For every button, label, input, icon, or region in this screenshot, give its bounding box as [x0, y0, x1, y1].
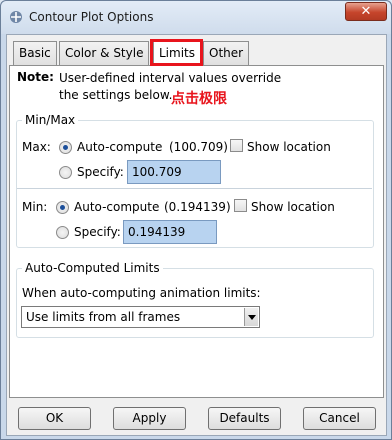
tab-label: Other	[209, 46, 244, 60]
tab-color-style[interactable]: Color & Style	[59, 41, 150, 65]
max-specify-field[interactable]: 100.709	[127, 160, 221, 184]
animation-limits-selected-value: Use limits from all frames	[26, 310, 181, 324]
max-auto-value: (100.709)	[169, 140, 228, 154]
max-specify-label[interactable]: Specify:	[77, 165, 124, 179]
defaults-button[interactable]: Defaults	[208, 407, 281, 430]
max-show-location-label[interactable]: Show location	[247, 140, 331, 154]
app-icon	[10, 11, 22, 23]
tab-label: Basic	[19, 46, 51, 60]
ok-button[interactable]: OK	[18, 407, 91, 430]
min-auto-value: (0.194139)	[164, 200, 231, 214]
close-button[interactable]: ✕	[345, 2, 387, 21]
min-specify-radio[interactable]	[56, 226, 69, 239]
cancel-button[interactable]: Cancel	[303, 407, 376, 430]
max-show-location-checkbox[interactable]	[230, 139, 243, 152]
auto-computed-limits-title: Auto-Computed Limits	[22, 261, 163, 275]
min-specify-field[interactable]: 0.194139	[123, 220, 217, 244]
max-auto-compute-label[interactable]: Auto-compute	[77, 140, 162, 154]
auto-limits-prompt: When auto-computing animation limits:	[22, 286, 261, 300]
title-bar[interactable]: Contour Plot Options ✕	[1, 1, 391, 34]
limits-tab-highlight-box	[150, 39, 203, 66]
min-auto-compute-label[interactable]: Auto-compute	[74, 200, 159, 214]
min-show-location-label[interactable]: Show location	[251, 200, 335, 214]
contour-plot-options-dialog: Contour Plot Options ✕ Basic Color & Sty…	[0, 0, 392, 440]
close-icon: ✕	[360, 4, 372, 19]
annotation-click-limits: 点击极限	[171, 91, 227, 107]
note-label: Note:	[17, 70, 54, 84]
min-show-location-checkbox[interactable]	[234, 199, 247, 212]
animation-limits-select[interactable]: Use limits from all frames	[21, 306, 260, 328]
max-label: Max:	[22, 140, 51, 154]
min-specify-label[interactable]: Specify:	[74, 225, 121, 239]
min-label: Min:	[22, 200, 48, 214]
max-specify-radio[interactable]	[59, 166, 72, 179]
tab-other[interactable]: Other	[203, 41, 250, 65]
max-auto-compute-radio[interactable]	[59, 141, 72, 154]
chevron-down-icon[interactable]	[244, 308, 258, 326]
window-title: Contour Plot Options	[29, 10, 154, 24]
minmax-separator	[17, 188, 372, 189]
min-auto-compute-radio[interactable]	[56, 201, 69, 214]
tab-label: Color & Style	[65, 46, 144, 60]
dialog-client-area: Basic Color & Style Limits Other Note: U…	[6, 34, 387, 436]
apply-button[interactable]: Apply	[113, 407, 186, 430]
tab-basic[interactable]: Basic	[13, 41, 57, 65]
minmax-group-title: Min/Max	[22, 113, 79, 127]
